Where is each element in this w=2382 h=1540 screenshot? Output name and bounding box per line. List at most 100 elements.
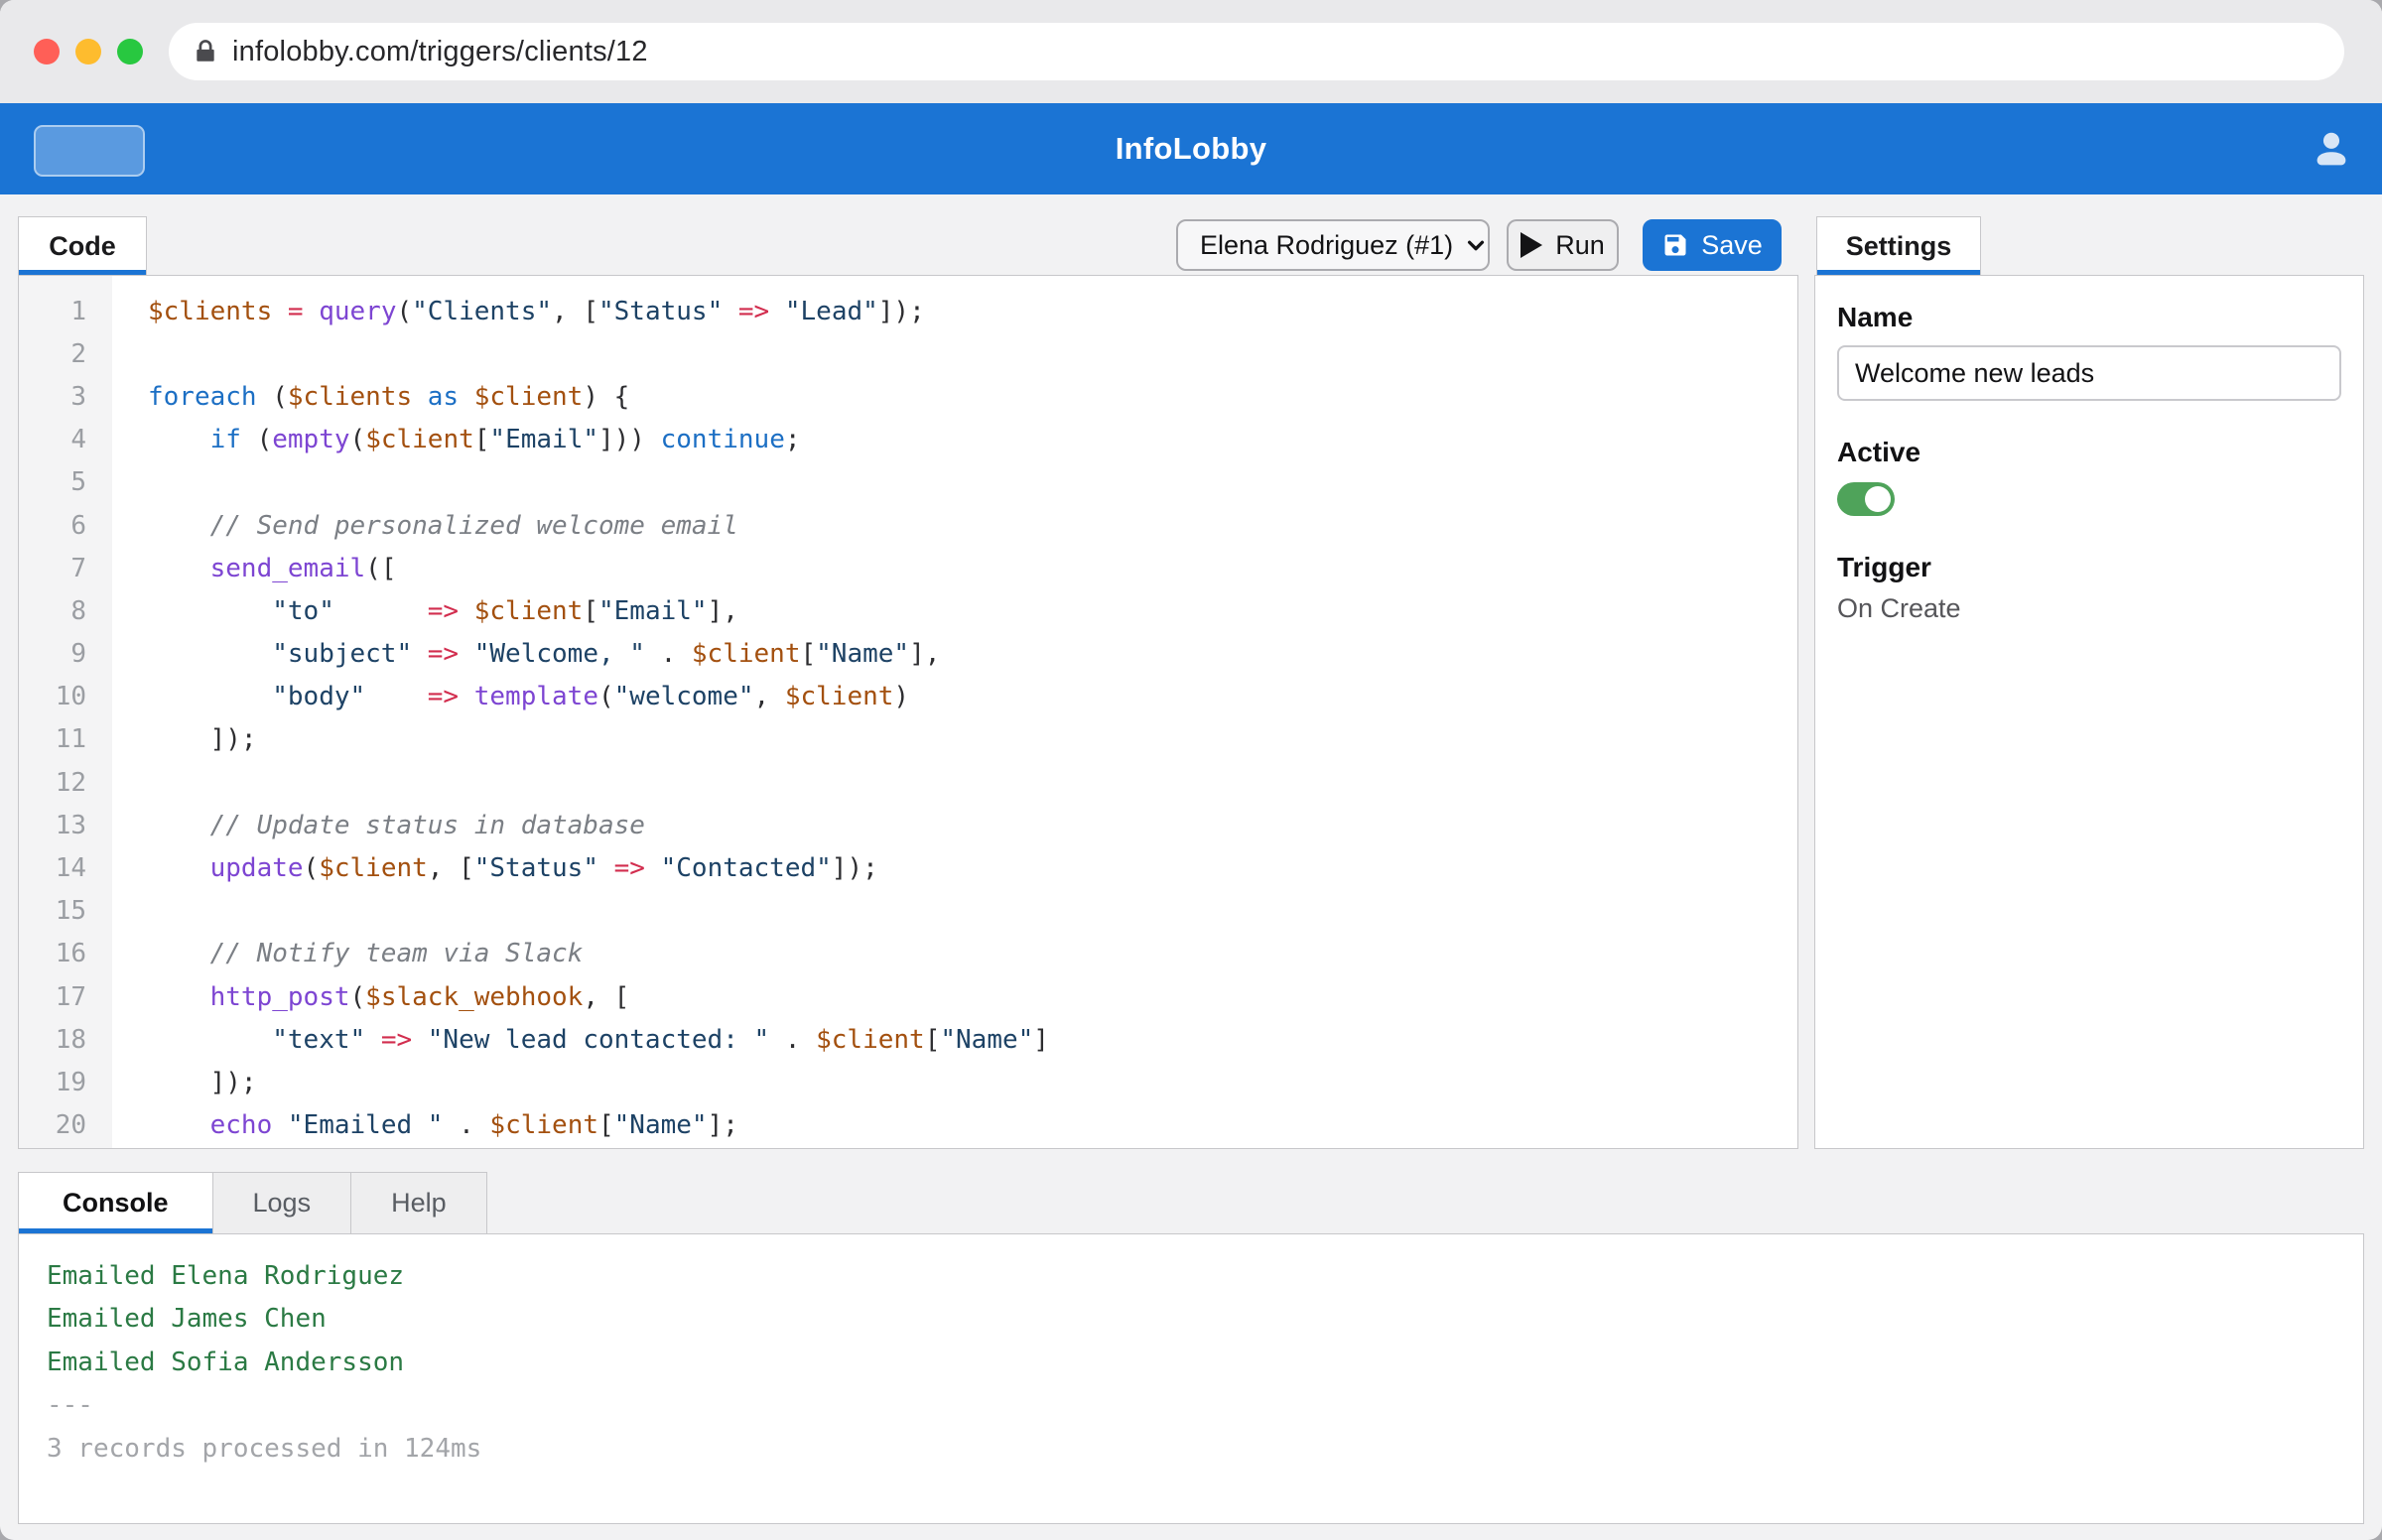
console-line: Emailed Sofia Andersson [47,1341,2335,1384]
code-line: 12 [19,761,1797,804]
trigger-label: Trigger [1837,552,2341,583]
tab-settings[interactable]: Settings [1816,216,1981,275]
code-text: $clients = query("Clients", ["Status" =>… [112,297,925,326]
code-text: ]); [112,724,257,754]
settings-panel: Name Active Trigger On Create [1814,275,2364,1149]
app-header: InfoLobby [0,103,2382,194]
nav-placeholder-button[interactable] [34,125,145,177]
code-text: ]); [112,1068,257,1097]
code-editor[interactable]: 1$clients = query("Clients", ["Status" =… [18,275,1798,1149]
line-number: 7 [19,554,112,583]
code-line: 16 // Notify team via Slack [19,933,1797,975]
trigger-value: On Create [1837,593,2341,624]
tab-active-indicator [19,1228,212,1233]
tab-help-label: Help [391,1188,447,1219]
line-number: 6 [19,511,112,541]
line-number: 19 [19,1068,112,1097]
line-number: 5 [19,467,112,497]
code-text: update($client, ["Status" => "Contacted"… [112,853,878,883]
browser-window: infolobby.com/triggers/clients/12 InfoLo… [0,0,2382,1540]
code-text: http_post($slack_webhook, [ [112,982,629,1012]
code-line: 6 // Send personalized welcome email [19,504,1797,547]
tab-active-indicator [1817,270,1980,275]
code-text: "subject" => "Welcome, " . $client["Name… [112,639,940,669]
line-number: 8 [19,596,112,626]
console-line: 3 records processed in 124ms [47,1427,2335,1471]
code-text: if (empty($client["Email"])) continue; [112,425,801,454]
code-text: "body" => template("welcome", $client) [112,682,909,711]
code-line: 11 ]); [19,718,1797,761]
line-number: 4 [19,425,112,454]
tab-active-indicator [19,270,146,275]
tab-logs[interactable]: Logs [213,1172,352,1233]
chevron-down-icon [1465,234,1487,256]
line-number: 2 [19,339,112,369]
line-number: 14 [19,853,112,883]
line-number: 13 [19,811,112,840]
line-number: 15 [19,896,112,926]
code-line: 8 "to" => $client["Email"], [19,589,1797,632]
line-number: 11 [19,724,112,754]
code-line: 20 echo "Emailed " . $client["Name"]; [19,1104,1797,1147]
code-line: 10 "body" => template("welcome", $client… [19,676,1797,718]
tab-console[interactable]: Console [18,1172,213,1233]
minimize-button[interactable] [75,39,101,64]
console-line: Emailed James Chen [47,1298,2335,1342]
active-toggle[interactable] [1837,482,1895,516]
code-line: 2 [19,332,1797,375]
user-icon[interactable] [2309,127,2354,173]
code-line: 9 "subject" => "Welcome, " . $client["Na… [19,633,1797,676]
maximize-button[interactable] [117,39,143,64]
code-line: 19 ]); [19,1061,1797,1103]
code-line: 14 update($client, ["Status" => "Contact… [19,846,1797,889]
toggle-knob [1865,486,1891,512]
save-button-label: Save [1701,230,1763,261]
tab-help[interactable]: Help [351,1172,487,1233]
save-icon [1661,231,1689,259]
code-line: 17 http_post($slack_webhook, [ [19,975,1797,1018]
code-line: 5 [19,461,1797,504]
tab-logs-label: Logs [253,1188,312,1219]
close-button[interactable] [34,39,60,64]
console-panel: Emailed Elena RodriguezEmailed James Che… [18,1233,2364,1524]
lock-icon [193,39,218,64]
console-tab-bar: Console Logs Help [18,1172,487,1233]
line-number: 20 [19,1110,112,1140]
code-line: 7 send_email([ [19,547,1797,589]
code-line: 15 [19,890,1797,933]
line-number: 1 [19,297,112,326]
active-label: Active [1837,437,2341,468]
record-selector[interactable]: Elena Rodriguez (#1) [1176,219,1490,271]
tab-settings-label: Settings [1846,231,1952,262]
name-input[interactable] [1837,345,2341,401]
code-text: foreach ($clients as $client) { [112,382,629,412]
name-label: Name [1837,302,2341,333]
line-number: 9 [19,639,112,669]
code-text: // Send personalized welcome email [112,511,738,541]
browser-chrome: infolobby.com/triggers/clients/12 [0,0,2382,103]
traffic-lights [34,0,143,103]
console-line: Emailed Elena Rodriguez [47,1254,2335,1298]
play-icon [1521,232,1542,258]
run-button[interactable]: Run [1507,219,1619,271]
line-number: 16 [19,939,112,968]
console-line: --- [47,1384,2335,1428]
code-line: 18 "text" => "New lead contacted: " . $c… [19,1018,1797,1061]
line-number: 10 [19,682,112,711]
code-line: 4 if (empty($client["Email"])) continue; [19,419,1797,461]
code-line: 1$clients = query("Clients", ["Status" =… [19,290,1797,332]
line-number: 12 [19,768,112,798]
run-button-label: Run [1555,230,1605,261]
line-number: 18 [19,1025,112,1055]
code-line: 13 // Update status in database [19,804,1797,846]
code-text: // Notify team via Slack [112,939,583,968]
tab-console-label: Console [63,1188,169,1219]
line-number: 3 [19,382,112,412]
line-number: 17 [19,982,112,1012]
address-bar[interactable]: infolobby.com/triggers/clients/12 [169,23,2344,80]
tab-code-label: Code [49,231,116,262]
tab-code[interactable]: Code [18,216,147,275]
save-button[interactable]: Save [1643,219,1782,271]
app-title: InfoLobby [0,103,2382,194]
code-text: "text" => "New lead contacted: " . $clie… [112,1025,1049,1055]
